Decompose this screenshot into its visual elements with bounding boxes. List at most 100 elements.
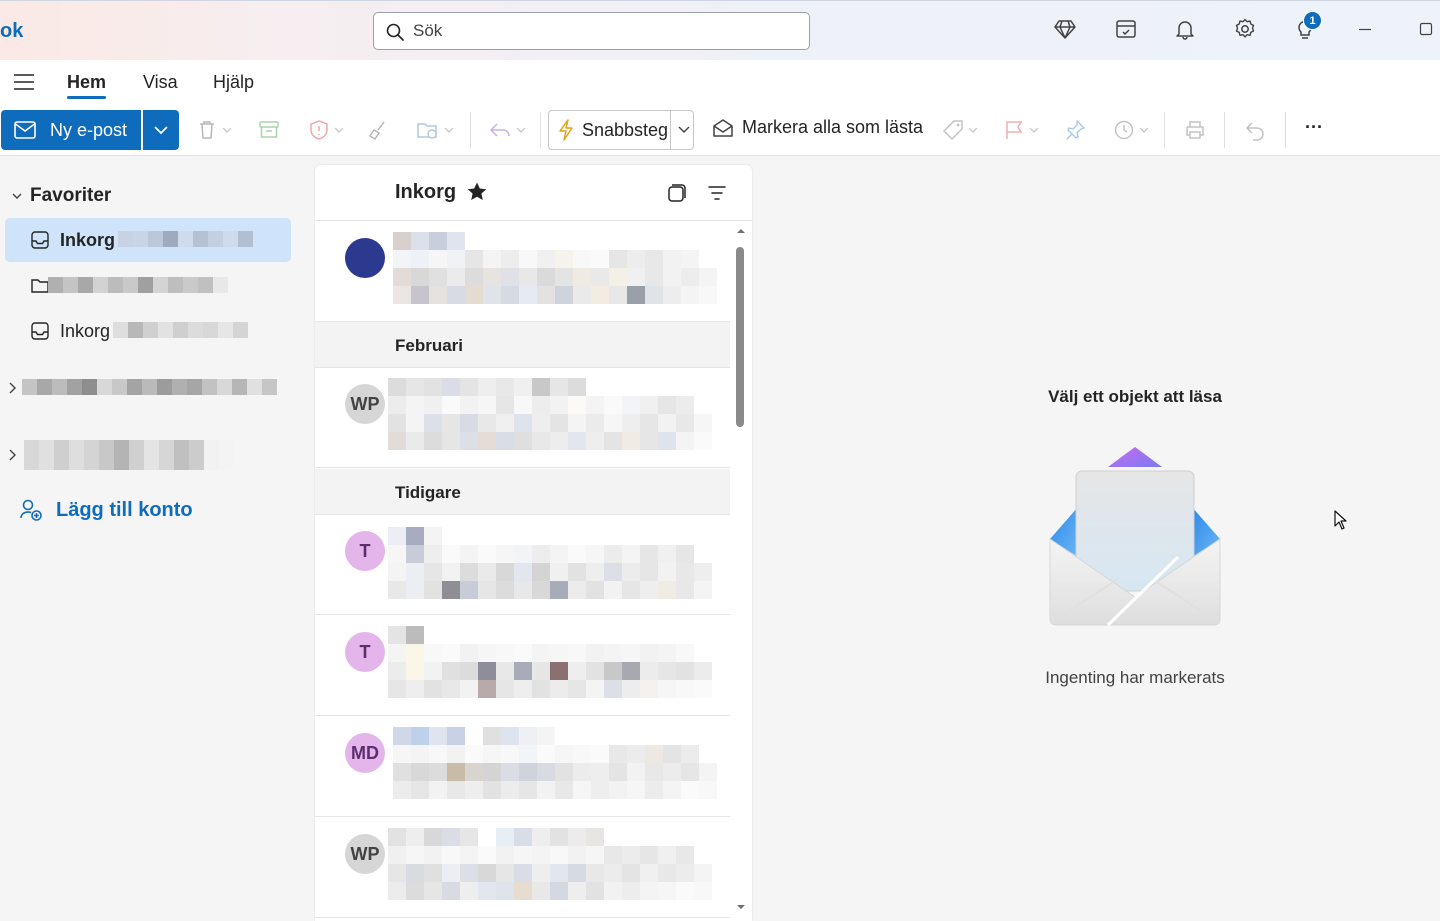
favorites-header[interactable]: Favoriter <box>12 185 111 207</box>
search-input[interactable] <box>413 20 793 42</box>
active-tab-indicator <box>67 96 106 99</box>
reply-button[interactable] <box>488 117 526 143</box>
account-group-2[interactable] <box>8 440 234 470</box>
redacted-sender <box>388 527 442 545</box>
tab-visa[interactable]: Visa <box>143 72 178 93</box>
nav-item-inkorg-2[interactable]: Inkorg <box>5 309 291 353</box>
minimize-icon[interactable] <box>1352 16 1378 42</box>
chevron-down-icon <box>968 127 978 133</box>
pin-icon <box>1066 120 1085 140</box>
app-title: ok <box>0 20 24 42</box>
new-mail-dropdown-button[interactable] <box>143 110 179 150</box>
archive-button[interactable] <box>258 117 280 143</box>
message-item[interactable]: T <box>315 616 730 716</box>
message-list-header: Inkorg <box>315 165 752 221</box>
folder-icon <box>31 279 49 293</box>
scroll-down-arrow-icon[interactable] <box>736 903 746 911</box>
filter-icon[interactable] <box>707 183 727 203</box>
empty-state-title: Välj ett objekt att läsa <box>1048 387 1222 406</box>
chevron-down-icon[interactable] <box>678 126 690 134</box>
add-account-button[interactable]: Lägg till konto <box>19 498 193 522</box>
mail-icon <box>14 121 36 139</box>
redacted-preview <box>388 563 712 581</box>
scroll-up-arrow-icon[interactable] <box>736 227 746 235</box>
redacted-sender <box>388 828 604 846</box>
nav-item-label: Inkorg <box>60 229 116 250</box>
report-button[interactable] <box>308 117 344 143</box>
quick-steps-button[interactable]: Snabbsteg <box>548 110 694 150</box>
quick-steps-label: Snabbsteg <box>582 119 669 140</box>
settings-gear-icon[interactable] <box>1232 16 1258 42</box>
search-box[interactable] <box>373 12 810 50</box>
tab-hem[interactable]: Hem <box>67 72 106 93</box>
my-day-icon[interactable] <box>1113 16 1139 42</box>
redacted-subject <box>393 250 699 268</box>
redacted-preview <box>393 781 717 799</box>
categorize-button[interactable] <box>942 117 978 143</box>
scrollbar-thumb[interactable] <box>736 247 744 427</box>
print-button[interactable] <box>1184 117 1206 143</box>
hamburger-menu-icon[interactable] <box>12 72 36 92</box>
redacted-preview <box>388 864 712 882</box>
clock-icon <box>1114 120 1134 140</box>
redacted-text <box>113 322 249 340</box>
redacted-preview <box>388 680 712 698</box>
sweep-button[interactable] <box>367 117 389 143</box>
reading-pane: Välj ett objekt att läsa Ingenting har m… <box>760 157 1440 921</box>
chevron-down-icon <box>1029 127 1039 133</box>
favorites-label: Favoriter <box>30 185 112 206</box>
message-item[interactable]: WP <box>315 368 730 468</box>
move-to-button[interactable] <box>416 117 454 143</box>
mark-all-read-label: Markera alla som lästa <box>742 117 924 137</box>
chevron-down-icon <box>12 193 22 199</box>
printer-icon <box>1186 121 1204 139</box>
message-list: Inkorg Februari WP Tidigare T T MD WP <box>315 165 752 921</box>
empty-state-subtitle: Ingenting har markerats <box>1045 668 1225 687</box>
pin-button[interactable] <box>1064 117 1086 143</box>
premium-diamond-icon[interactable] <box>1052 16 1078 42</box>
message-item[interactable] <box>315 222 730 322</box>
ribbon-tabs: Hem Visa Hjälp <box>0 60 1440 104</box>
select-mode-icon[interactable] <box>667 183 687 203</box>
search-icon <box>386 23 404 41</box>
redacted-text <box>48 277 228 295</box>
maximize-icon[interactable] <box>1413 16 1439 42</box>
nav-item-folder[interactable] <box>5 264 291 308</box>
mark-all-read-button[interactable]: Markera alla som lästa <box>712 117 923 138</box>
delete-button[interactable] <box>196 117 232 143</box>
nav-item-label: Inkorg <box>60 320 111 341</box>
favorite-star-icon[interactable] <box>466 181 488 203</box>
message-item[interactable]: WP <box>315 818 730 918</box>
chevron-right-icon <box>9 382 16 394</box>
redacted-preview <box>393 763 717 781</box>
account-group-1[interactable] <box>8 379 277 397</box>
group-header: Tidigare <box>315 469 730 515</box>
nav-item-inkorg-1[interactable]: Inkorg <box>5 218 291 262</box>
redacted-preview <box>388 414 712 432</box>
undo-button[interactable] <box>1244 117 1266 143</box>
mouse-cursor-icon <box>1334 510 1347 530</box>
snooze-button[interactable] <box>1113 117 1149 143</box>
toolbar-divider <box>1285 112 1286 148</box>
redacted-sender <box>393 232 465 250</box>
add-person-icon <box>20 499 42 521</box>
redacted-text <box>24 440 234 470</box>
tab-hjalp[interactable]: Hjälp <box>213 72 254 93</box>
bell-icon[interactable] <box>1172 16 1198 42</box>
redacted-preview <box>388 432 712 450</box>
chevron-down-icon <box>1139 127 1149 133</box>
redacted-preview <box>388 581 712 599</box>
avatar: T <box>345 632 385 672</box>
message-item[interactable]: MD <box>315 717 730 817</box>
chevron-down-icon <box>516 127 526 133</box>
flag-button[interactable] <box>1003 117 1039 143</box>
toolbar-divider <box>1224 112 1225 148</box>
redacted-sender <box>388 626 424 644</box>
avatar: WP <box>345 834 385 874</box>
new-mail-button[interactable]: Ny e-post <box>1 110 141 150</box>
archive-icon <box>259 121 279 138</box>
avatar: T <box>345 531 385 571</box>
more-options-button[interactable]: ··· <box>1305 114 1323 140</box>
message-item[interactable]: T <box>315 515 730 615</box>
redacted-subject <box>388 644 694 662</box>
